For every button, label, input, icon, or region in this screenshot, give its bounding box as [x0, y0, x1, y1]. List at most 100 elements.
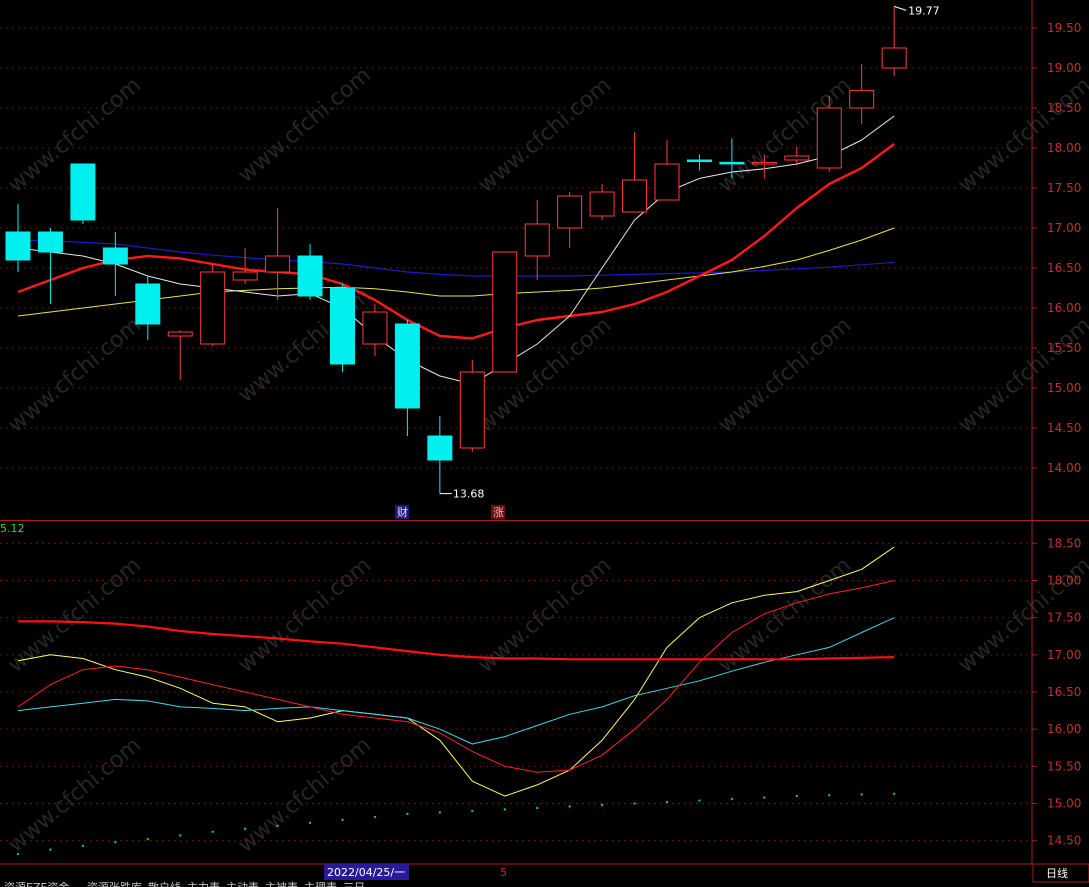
indicator-dot	[503, 808, 506, 811]
candle	[881, 6, 907, 76]
indicator-dot	[373, 815, 377, 819]
candle-body	[200, 271, 226, 345]
bottom-tab[interactable]: 主理表	[304, 880, 337, 887]
indicator-dot	[568, 805, 571, 808]
axis-tick-label: 17.50	[1047, 611, 1081, 625]
watermark-text: www.cfchi.com	[714, 313, 856, 438]
indicator-yellow-line	[17, 546, 895, 797]
period-button[interactable]: 日线	[1046, 866, 1068, 880]
candle	[686, 154, 712, 171]
indicator-dot	[211, 830, 214, 833]
candle	[654, 140, 680, 201]
indicator-dot	[146, 838, 149, 841]
axis-tick-label: 18.50	[1047, 536, 1081, 550]
candle-body	[232, 271, 258, 281]
indicator-dot	[308, 821, 312, 825]
candle-body	[524, 223, 550, 257]
indicator-dot	[341, 818, 344, 822]
candle-body	[557, 195, 583, 229]
candle-body	[5, 231, 31, 261]
indicator-dot	[698, 799, 701, 802]
indicator-dot	[81, 844, 85, 848]
watermark-text: www.cfchi.com	[234, 63, 376, 188]
stock-chart[interactable]: www.cfchi.com www.cfchi.com www.cfchi.com w…	[0, 0, 1089, 887]
axis-tick-label: 16.00	[1047, 301, 1081, 315]
candle-body	[849, 89, 875, 109]
axis-tick-label: 15.50	[1047, 759, 1081, 773]
indicator-dot	[763, 796, 766, 799]
watermark-text: www.cfchi.com	[954, 313, 1089, 438]
candle-body	[265, 255, 291, 273]
candle-body	[394, 323, 420, 409]
axis-tick-label: 15.00	[1047, 381, 1081, 395]
axis-tick-label: 14.50	[1047, 421, 1081, 435]
indicator-dot	[860, 793, 863, 796]
indicator-dot	[276, 824, 279, 828]
bottom-tab[interactable]: 主力表	[187, 880, 220, 887]
candle-body	[102, 247, 128, 265]
axis-tick-label: 18.00	[1047, 141, 1081, 155]
candle	[849, 64, 875, 124]
candle-body	[362, 311, 388, 345]
indicator-corner-value: 5.12	[0, 522, 25, 535]
candle-body	[751, 161, 777, 165]
watermark-text: www.cfchi.com	[234, 553, 376, 678]
indicator-dot	[16, 852, 20, 856]
indicator-dot	[633, 802, 636, 805]
watermark-text: www.cfchi.com	[4, 313, 146, 438]
zhang-marker[interactable]: 涨	[493, 506, 504, 519]
bottom-tab[interactable]: 资源张跌库	[87, 880, 142, 887]
candle	[784, 146, 810, 166]
candle	[492, 251, 518, 373]
watermark-text: www.cfchi.com	[4, 733, 146, 858]
candle-body	[330, 287, 355, 365]
high-pointer	[893, 5, 907, 11]
candle-body	[589, 191, 615, 217]
bottom-tab[interactable]: 资源EZE资金	[4, 880, 69, 887]
candle	[265, 208, 291, 300]
candle-body	[297, 255, 323, 297]
candle	[297, 244, 323, 300]
candles	[5, 5, 907, 495]
indicator-dot	[795, 794, 798, 798]
candle-body	[719, 161, 745, 165]
low-price-label: 13.68	[453, 488, 485, 501]
bottom-tab[interactable]: 主动表	[226, 880, 259, 887]
candle-body	[492, 251, 518, 373]
indicator-dot	[665, 800, 669, 804]
bottom-tab[interactable]: 三日	[343, 881, 365, 887]
indicator-dot	[892, 792, 896, 796]
indicator-dot	[600, 803, 604, 807]
candle-body	[135, 283, 161, 325]
candle-body	[70, 163, 96, 221]
indicator-dot	[536, 806, 539, 810]
candle-body	[37, 231, 63, 253]
cursor-date: 2022/04/25/一	[327, 866, 405, 879]
indicator-dot	[406, 812, 409, 816]
candle-body	[427, 435, 453, 461]
bottom-tab[interactable]: 主被表	[265, 880, 298, 887]
candle-body	[654, 163, 680, 201]
bottom-tab[interactable]: 散户线	[148, 880, 181, 887]
indicator-panel	[16, 546, 896, 856]
candle	[102, 232, 128, 296]
indicator-dot	[730, 797, 734, 801]
candle	[167, 330, 193, 380]
candle	[330, 284, 355, 372]
axis-tick-label: 14.00	[1047, 461, 1081, 475]
watermark-text: www.cfchi.com	[234, 733, 376, 858]
axis-tick-label: 17.50	[1047, 181, 1081, 195]
indicator-dot	[49, 848, 52, 851]
cai-marker[interactable]: 财	[397, 505, 408, 519]
candle-body	[816, 107, 842, 169]
candle	[200, 264, 226, 347]
indicator-red-line	[17, 580, 895, 773]
axis-tick-label: 17.00	[1047, 221, 1081, 235]
indicator-dot	[179, 834, 182, 837]
indicator-dot	[243, 827, 247, 830]
indicator-dot	[471, 809, 474, 813]
ma-blue-line	[17, 239, 895, 277]
candle	[70, 163, 96, 224]
candle	[5, 204, 31, 272]
axis-tick-label: 18.50	[1047, 101, 1081, 115]
